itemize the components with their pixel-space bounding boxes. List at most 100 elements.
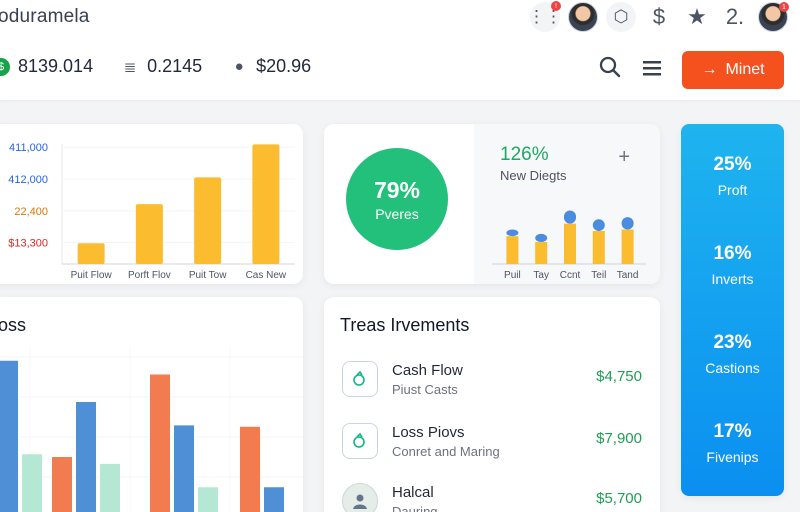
transaction-name: Halcal (392, 484, 434, 501)
bag-icon (342, 423, 378, 459)
mini-x-label: Puil (504, 270, 521, 281)
transaction-sub: Conret and Maring (392, 444, 500, 459)
star-icon[interactable]: ★ (682, 2, 712, 32)
mini-bar-chart: Puil Tay Ccnt Teil Tand (492, 210, 646, 281)
stack-icon: ≣ (123, 58, 137, 76)
stat-rate-value: 0.2145 (147, 56, 203, 76)
loss-bar (174, 425, 194, 512)
cube-icon[interactable]: ⬡ (606, 2, 636, 32)
menu-icon[interactable] (640, 57, 664, 83)
mini-bar-cap (506, 229, 519, 237)
summary-label: Inverts (711, 271, 754, 287)
transaction-name: Cash Flow (392, 362, 463, 379)
summary-item: 25% Proft (681, 154, 784, 198)
transaction-amount: $7,900 (596, 430, 642, 447)
transaction-amount: $5,700 (596, 490, 642, 507)
summary-value: 16% (713, 243, 752, 264)
y-tick-label: 22,400 (14, 206, 48, 218)
loss-bar (76, 402, 96, 512)
progress-value: 79% (373, 176, 421, 203)
growth-panel: 126% New Diegts + Puil Tay Ccnt Teil Tand (474, 124, 660, 284)
mic-icon: ● (234, 58, 244, 75)
loss-chart-card: oss (0, 297, 303, 512)
summary-value: 25% (713, 154, 752, 175)
mini-bar-cap (564, 210, 576, 224)
mini-bar (506, 236, 519, 264)
summary-label: Castions (705, 360, 760, 376)
minet-button-label: Minet (725, 61, 765, 78)
progress-card: 79% Pveres 126% New Diegts + Puil Tay Ccnt… (324, 124, 660, 284)
mini-bar-cap (621, 217, 634, 230)
user-avatar[interactable] (568, 2, 598, 32)
summary-item: 23% Castions (681, 332, 784, 376)
summary-value: 23% (713, 332, 752, 353)
x-tick-label: Puit Tow (189, 270, 227, 281)
transaction-name: Loss Piovs (392, 424, 465, 441)
bar (194, 177, 222, 264)
stat-balance-value: 8139.014 (18, 56, 94, 76)
loss-bar (22, 454, 42, 512)
search-icon[interactable] (598, 56, 622, 84)
two-glyph: 2. (725, 4, 745, 29)
notification-badge: ! (551, 1, 561, 11)
x-tick-label: Cas New (246, 270, 287, 281)
summary-item: 16% Inverts (681, 243, 784, 287)
percent-summary-panel: 25% Proft 16% Inverts 23% Castions 17% F… (681, 124, 784, 496)
progress-label: Pveres (375, 205, 419, 222)
mini-bar-cap (592, 219, 605, 231)
dollar-glyph: $ (652, 4, 666, 29)
transactions-card: Treas Irvements Cash Flow Piust Casts $4… (324, 297, 660, 512)
y-tick-label: 411,000 (9, 142, 48, 154)
bar (135, 204, 163, 264)
stat-balance: $ 8139.014 (0, 56, 93, 77)
profile-badge: 1 (779, 2, 789, 12)
transaction-row[interactable]: Loss Piovs Conret and Maring $7,900 (324, 421, 660, 465)
mini-x-label: Ccnt (560, 270, 581, 281)
loss-bar (240, 426, 260, 512)
loss-bar (150, 374, 170, 512)
mini-x-label: Tand (617, 270, 639, 281)
transaction-row[interactable]: Cash Flow Piust Casts $4,750 (324, 359, 660, 403)
x-tick-label: Puit Flow (71, 270, 113, 281)
brand-name: oduramela (0, 6, 90, 27)
loss-bar (52, 457, 72, 512)
two-icon[interactable]: 2. (720, 2, 750, 32)
transactions-title: Treas Irvements (340, 315, 470, 335)
minet-button[interactable]: → Minet (682, 51, 784, 89)
mini-x-label: Teil (591, 270, 606, 281)
summary-item: 17% Fivenips (681, 421, 784, 465)
top-bar: oduramela ⋮⋮ ! ⬡ $ ★ 2. 1 $ 8139.014 ≣ 0… (0, 0, 800, 100)
transaction-row[interactable]: Halcal Dauring $5,700 (324, 481, 660, 512)
mini-bar (535, 242, 548, 264)
loss-bar (0, 360, 18, 512)
bag-icon (342, 361, 378, 397)
loss-bar (100, 463, 120, 512)
mini-bar (621, 229, 634, 264)
progress-circle: 79% Pveres (346, 148, 448, 250)
stat-price: ● $20.96 (230, 56, 312, 77)
mini-bar (564, 223, 576, 264)
transaction-sub: Dauring (392, 504, 438, 512)
bar (252, 144, 280, 264)
coin-icon: $ (0, 57, 10, 76)
stat-strip: $ 8139.014 ≣ 0.2145 ● $20.96 (0, 56, 311, 77)
cash-flow-bar-chart: 411,000 412,000 22,400 $13,300 Puit Flow Porf… (8, 142, 295, 281)
star-glyph: ★ (687, 4, 707, 29)
transaction-sub: Piust Casts (392, 382, 458, 397)
x-tick-label: Porft Flov (128, 270, 171, 281)
loss-bar-chart (0, 347, 303, 512)
y-tick-label: 412,000 (8, 174, 48, 186)
apps-grid-icon[interactable]: ⋮⋮ ! (528, 1, 562, 32)
loss-bar (198, 487, 218, 512)
arrow-right-icon: → (701, 61, 718, 78)
mini-bar-cap (535, 233, 548, 242)
bar (77, 243, 105, 264)
dollar-icon[interactable]: $ (644, 2, 674, 32)
mini-bar (592, 231, 605, 264)
cash-flow-bar-chart-card: 411,000 412,000 22,400 $13,300 Puit Flow Porf… (0, 124, 303, 284)
stat-rate: ≣ 0.2145 (121, 56, 202, 77)
stat-price-value: $20.96 (256, 56, 312, 76)
transaction-amount: $4,750 (596, 368, 642, 385)
profile-avatar[interactable]: 1 (758, 2, 789, 32)
cube-glyph: ⬡ (613, 7, 629, 26)
